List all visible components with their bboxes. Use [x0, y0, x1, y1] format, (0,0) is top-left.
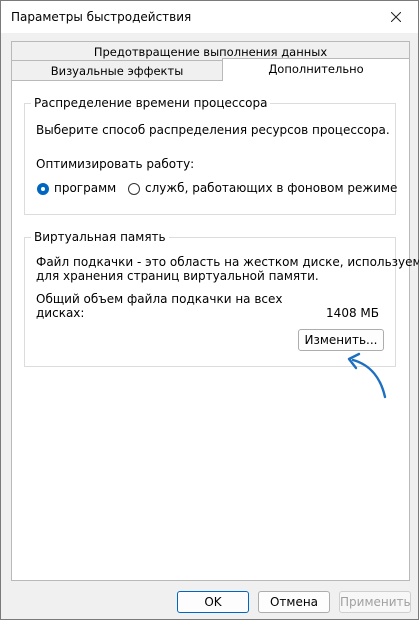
title-bar: Параметры быстродействия — [1, 1, 418, 33]
close-icon — [391, 12, 401, 22]
window-title: Параметры быстродействия — [11, 10, 192, 24]
total-paging-size-value: 1408 МБ — [326, 306, 379, 320]
total-paging-size-label-line2: дисках: — [36, 306, 85, 320]
cancel-button[interactable]: Отмена — [258, 591, 330, 613]
processor-scheduling-group: Распределение времени процессора Выберит… — [24, 96, 397, 215]
processor-scheduling-description: Выберите способ распределения ресурсов п… — [36, 123, 390, 137]
paging-file-description-line1: Файл подкачки - это область на жестком д… — [36, 255, 419, 269]
tab-visual-effects[interactable]: Визуальные эффекты — [11, 60, 223, 80]
radio-programs[interactable] — [37, 183, 49, 195]
close-button[interactable] — [374, 1, 418, 33]
performance-options-window: Параметры быстродействия Предотвращение … — [0, 0, 419, 620]
radio-background-services-label[interactable]: служб, работающих в фоновом режиме — [145, 181, 397, 196]
radio-programs-label[interactable]: программ — [54, 181, 116, 196]
annotation-arrow-icon — [347, 352, 387, 399]
tab-advanced[interactable]: Дополнительно — [222, 58, 410, 81]
change-virtual-memory-button[interactable]: Изменить... — [298, 329, 384, 351]
paging-file-description-line2: для хранения страниц виртуальной памяти. — [36, 269, 319, 283]
optimize-label: Оптимизировать работу: — [36, 157, 195, 171]
radio-background-services[interactable] — [128, 183, 140, 195]
advanced-tab-panel: Распределение времени процессора Выберит… — [11, 80, 419, 581]
total-paging-size-label-line1: Общий объем файла подкачки на всех — [36, 292, 283, 306]
apply-button[interactable]: Применить — [339, 591, 411, 613]
virtual-memory-legend: Виртуальная память — [31, 230, 169, 244]
processor-scheduling-legend: Распределение времени процессора — [31, 96, 271, 110]
ok-button[interactable]: OK — [177, 591, 249, 613]
